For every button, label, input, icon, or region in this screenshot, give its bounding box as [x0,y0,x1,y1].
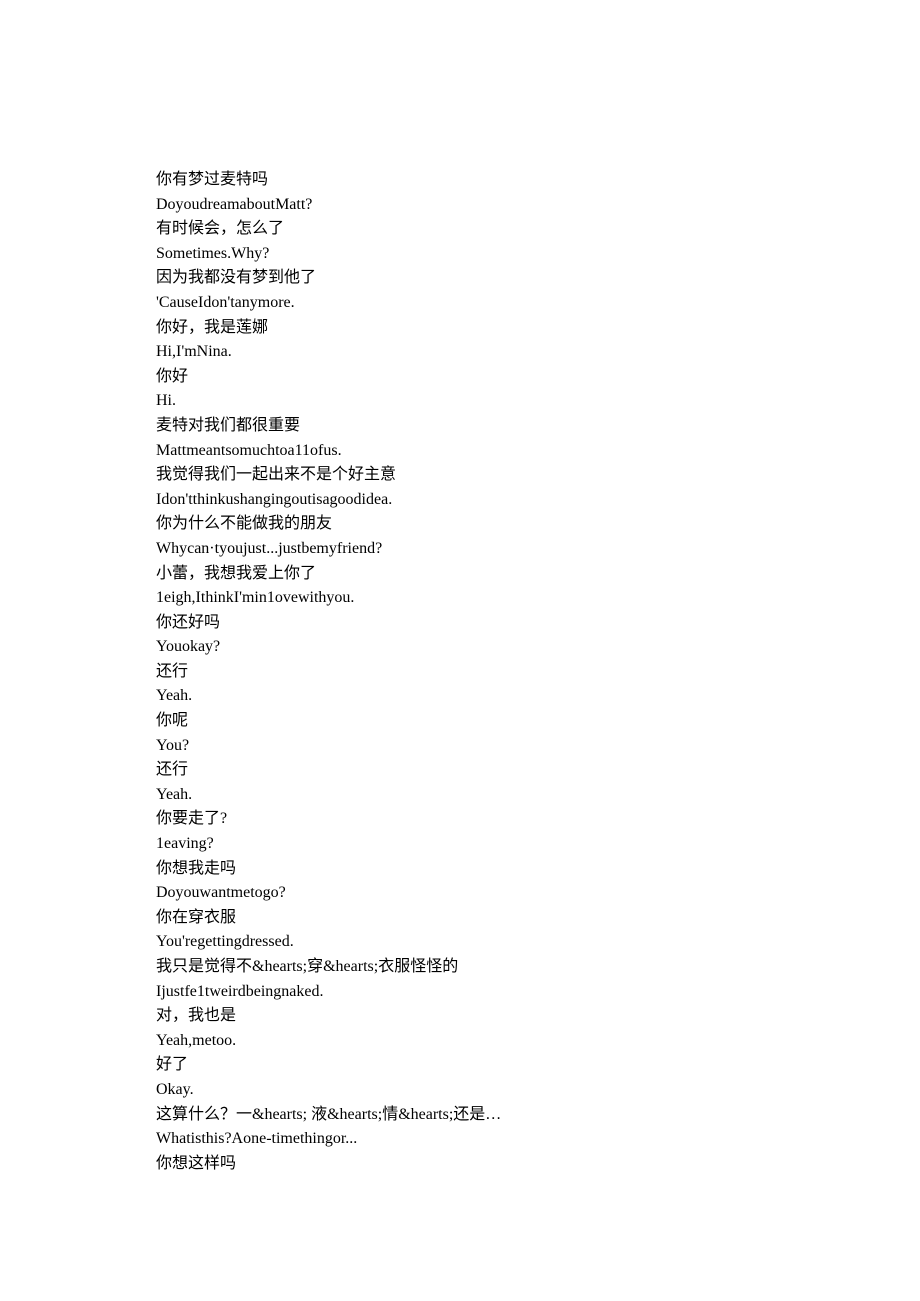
text-line: You'regettingdressed. [156,930,920,955]
text-line: You? [156,734,920,759]
text-line: 'CauseIdon'tanymore. [156,291,920,316]
text-line: Idon'tthinkushangingoutisagoodidea. [156,488,920,513]
text-line: Youokay? [156,635,920,660]
text-line: Whatisthis?Aone-timethingor... [156,1127,920,1152]
text-line: Ijustfe1tweirdbeingnaked. [156,980,920,1005]
text-line: 你为什么不能做我的朋友 [156,512,920,537]
text-line: Yeah,metoo. [156,1029,920,1054]
text-line: 还行 [156,660,920,685]
text-line: Yeah. [156,783,920,808]
text-line: 这算什么？一&hearts; 液&hearts;情&hearts;还是… [156,1103,920,1128]
text-line: 1eigh,IthinkI'min1ovewithyou. [156,586,920,611]
text-line: DoyoudreamaboutMatt? [156,193,920,218]
text-line: Hi,I'mNina. [156,340,920,365]
text-line: 我只是觉得不&hearts;穿&hearts;衣服怪怪的 [156,955,920,980]
text-line: 小蕾，我想我爱上你了 [156,562,920,587]
text-line: 你好 [156,365,920,390]
text-line: 你在穿衣服 [156,906,920,931]
text-line: 你想我走吗 [156,857,920,882]
text-line: 你好，我是莲娜 [156,316,920,341]
document-page: 你有梦过麦特吗 DoyoudreamaboutMatt? 有时候会，怎么了 So… [0,0,920,1301]
text-line: 你呢 [156,709,920,734]
text-line: 你还好吗 [156,611,920,636]
text-line: Yeah. [156,684,920,709]
text-line: Sometimes.Why? [156,242,920,267]
text-line: 1eaving? [156,832,920,857]
text-line: Hi. [156,389,920,414]
text-line: Doyouwantmetogo? [156,881,920,906]
text-line: 你想这样吗 [156,1152,920,1177]
text-line: 好了 [156,1053,920,1078]
text-line: Okay. [156,1078,920,1103]
text-line: 还行 [156,758,920,783]
text-line: Whycan·tyoujust...justbemyfriend? [156,537,920,562]
text-line: 我觉得我们一起出来不是个好主意 [156,463,920,488]
text-line: 你要走了? [156,807,920,832]
text-line: 因为我都没有梦到他了 [156,266,920,291]
text-line: 麦特对我们都很重要 [156,414,920,439]
text-line: 有时候会，怎么了 [156,217,920,242]
text-line: Mattmeantsomuchtoa11ofus. [156,439,920,464]
text-line: 对，我也是 [156,1004,920,1029]
text-line: 你有梦过麦特吗 [156,168,920,193]
